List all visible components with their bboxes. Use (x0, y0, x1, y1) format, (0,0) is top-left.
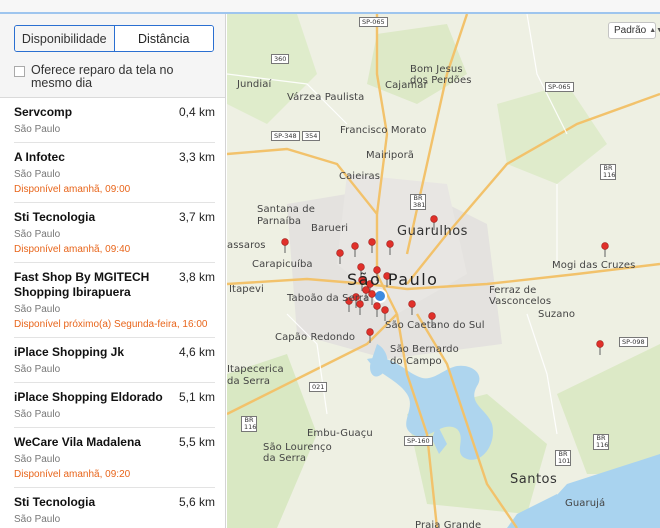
sort-distance-button[interactable]: Distância (114, 26, 213, 51)
highway-shield: SP-065 (545, 82, 574, 92)
map-label-santana: Santana de Parnaíba (257, 204, 316, 227)
store-list-item[interactable]: Sti Tecnologia5,6 kmSão PauloDisponível … (14, 488, 215, 528)
map-label-ferraz: Ferraz de Vasconcelos (489, 285, 552, 307)
map-label-taboao: Taboão da Serra (287, 293, 370, 304)
map-label-sao-caetano: São Caetano do Sul (385, 320, 485, 331)
chevron-updown-icon: ▲▼ (649, 27, 660, 34)
map-style-select[interactable]: Padrão ▲▼ (608, 22, 660, 39)
store-city: São Paulo (14, 454, 61, 465)
store-name: WeCare Vila Madalena (14, 435, 141, 449)
map-label-embu: Embu-Guaçu (307, 428, 373, 439)
map-view[interactable]: Jundiaí Várzea Paulista Cajamar Bom Jesu… (227, 14, 660, 528)
store-name: iPlace Shopping Eldorado (14, 390, 163, 404)
store-distance: 5,6 km (178, 495, 215, 509)
map-label-santos: Santos (510, 472, 558, 487)
store-item-header: iPlace Shopping Jk 4,6 km (14, 345, 215, 360)
store-distance: 4,6 km (178, 345, 215, 359)
store-distance: 3,3 km (178, 150, 215, 164)
store-list-item[interactable]: Sti Tecnologia 3,7 km São Paulo Disponível … (14, 203, 215, 263)
highway-shield: 360 (271, 54, 290, 64)
sort-segmented-control: Disponibilidade Distância (14, 25, 214, 52)
store-list-item[interactable]: Servcomp 0,4 km São Paulo (14, 98, 215, 143)
map-label-mogi: Mogi das Cruzes (552, 260, 636, 271)
map-label-guaruja: Guarujá (565, 498, 606, 509)
map-label-carapicuiba: Carapicuíba (252, 259, 313, 270)
highway-shield: BR 116 (241, 416, 257, 432)
highway-shield: SP-348 (271, 131, 300, 141)
store-item-header: Sti Tecnologia 5,6 km (14, 495, 215, 510)
store-distance: 3,7 km (178, 210, 215, 224)
map-label-francisco-morato: Francisco Morato (340, 125, 427, 136)
same-day-filter[interactable]: Oferece reparo da tela no mesmo dia (14, 64, 213, 90)
highway-shield: BR 101 (555, 450, 571, 466)
store-name: Servcomp (14, 105, 73, 119)
highway-shield: 354 (302, 131, 321, 141)
store-item-header: A Infotec 3,3 km (14, 150, 215, 165)
map-label-assaros: assaros (227, 240, 266, 251)
map-label-mairipora: Mairiporã (366, 150, 415, 161)
store-distance: 5,1 km (178, 390, 215, 404)
current-location-dot (373, 289, 387, 303)
highway-shield: SP-160 (404, 436, 433, 446)
store-city: São Paulo (14, 514, 61, 525)
store-list-item[interactable]: iPlace Shopping Jk 4,6 km São Paulo (14, 338, 215, 383)
map-label-caieiras: Caieiras (339, 171, 381, 182)
same-day-checkbox[interactable] (14, 66, 25, 77)
store-availability: Disponível amanhã, 09:20 (14, 469, 131, 480)
store-city: São Paulo (14, 124, 61, 135)
store-name: Fast Shop By MGITECH Shopping Ibirapuera (14, 270, 150, 299)
store-city: São Paulo (14, 169, 61, 180)
map-label-jundiai: Jundiaí (237, 79, 272, 90)
store-city: São Paulo (14, 364, 61, 375)
store-list: Servcomp 0,4 km São Paulo A Infotec 3,3 km Sã… (0, 98, 225, 528)
store-city: São Paulo (14, 229, 61, 240)
store-list-item[interactable]: Fast Shop By MGITECH Shopping Ibirapuera… (14, 263, 215, 338)
store-item-header: Servcomp 0,4 km (14, 105, 215, 120)
highway-shield: BR 116 (593, 434, 609, 450)
highway-shield: SP-065 (359, 17, 388, 27)
store-availability: Disponível amanhã, 09:00 (14, 184, 131, 195)
store-distance: 0,4 km (178, 105, 215, 119)
store-item-header: Fast Shop By MGITECH Shopping Ibirapuera… (14, 270, 215, 300)
map-label-bom-jesus: Bom Jesus dos Perdões (410, 64, 472, 86)
sidebar-header: Disponibilidade Distância Oferece reparo… (0, 14, 225, 98)
store-item-header: WeCare Vila Madalena 5,5 km (14, 435, 215, 450)
highway-shield: 021 (309, 382, 328, 392)
map-label-sao-lourenco: São Lourenço da Serra (263, 442, 332, 464)
map-label-itapevi: Itapevi (229, 284, 264, 295)
store-city: São Paulo (14, 304, 61, 315)
store-city: São Paulo (14, 409, 61, 420)
map-label-guarulhos: Guarulhos (397, 224, 468, 239)
store-list-item[interactable]: A Infotec 3,3 km São Paulo Disponível amanh… (14, 143, 215, 203)
highway-shield: BR 381 (410, 194, 426, 210)
store-name: Sti Tecnologia (14, 210, 96, 224)
map-label-sao-bernardo: São Bernardo do Campo (390, 344, 459, 367)
store-name: Sti Tecnologia (14, 495, 96, 509)
store-list-sidebar: Disponibilidade Distância Oferece reparo… (0, 14, 226, 528)
map-style-select-label: Padrão (614, 25, 647, 36)
sort-availability-button[interactable]: Disponibilidade (15, 26, 115, 51)
same-day-label: Oferece reparo da tela no mesmo dia (31, 63, 174, 90)
map-label-varzea: Várzea Paulista (287, 92, 365, 103)
highway-shield: BR 116 (600, 164, 616, 180)
map-label-itapecerica: Itapecerica da Serra (227, 364, 284, 387)
map-label-praia-grande: Praia Grande (415, 520, 482, 528)
map-label-capao: Capão Redondo (275, 332, 356, 343)
store-list-item[interactable]: WeCare Vila Madalena 5,5 km São Paulo Dispo… (14, 428, 215, 488)
store-availability: Disponível próximo(a) Segunda-feira, 16:… (14, 319, 208, 330)
map-label-sao-paulo: São Paulo (347, 270, 439, 289)
window-top-bar (0, 0, 660, 14)
map-label-barueri: Barueri (311, 223, 349, 234)
store-list-item[interactable]: iPlace Shopping Eldorado 5,1 km São Paulo (14, 383, 215, 428)
store-distance: 5,5 km (178, 435, 215, 449)
store-name: iPlace Shopping Jk (14, 345, 125, 359)
store-item-header: Sti Tecnologia 3,7 km (14, 210, 215, 225)
highway-shield: SP-098 (619, 337, 648, 347)
map-label-suzano: Suzano (538, 309, 576, 320)
store-name: A Infotec (14, 150, 65, 164)
store-availability: Disponível amanhã, 09:40 (14, 244, 131, 255)
store-item-header: iPlace Shopping Eldorado 5,1 km (14, 390, 215, 405)
store-distance: 3,8 km (178, 270, 215, 284)
